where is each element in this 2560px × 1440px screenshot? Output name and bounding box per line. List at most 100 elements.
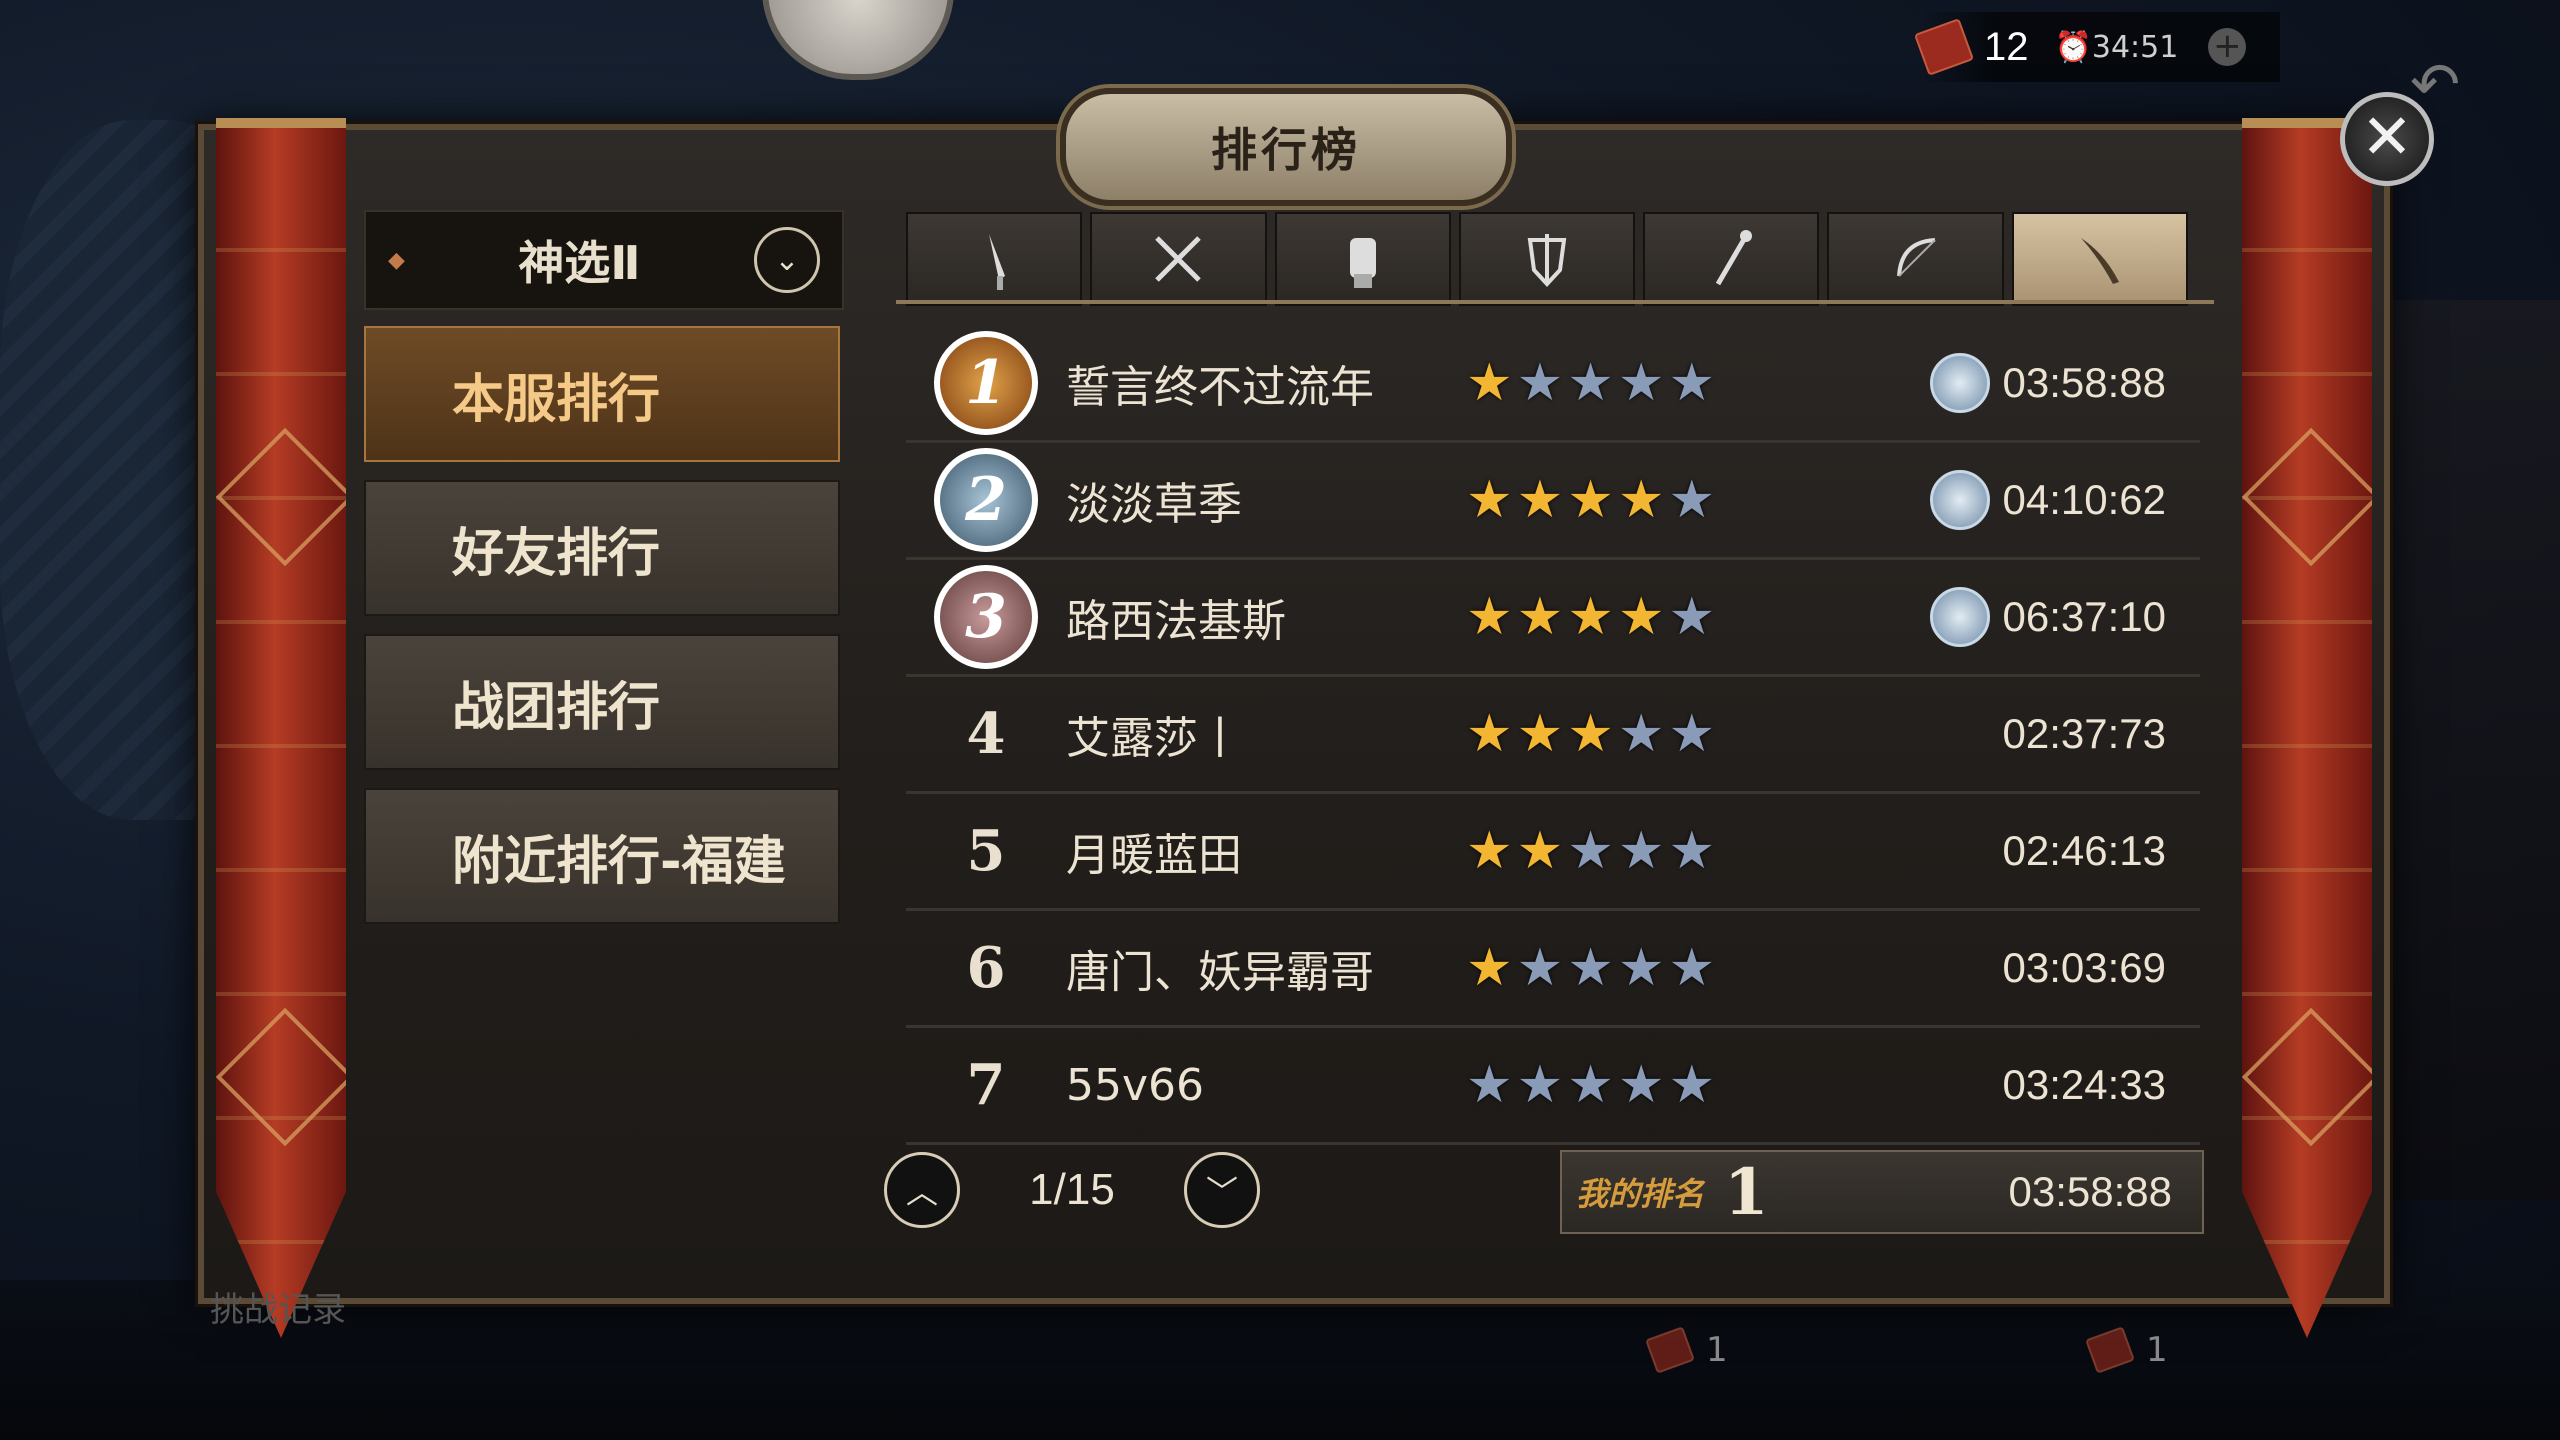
shield-sword-icon [1527,234,1567,287]
ticket-icon [1645,1326,1695,1374]
star-icon: ★ [1516,1055,1564,1115]
ticket-count: 12 [1984,24,2029,69]
server-select[interactable]: ◆ 神选Ⅱ ⌄ [364,210,844,310]
star-icon: ★ [1567,704,1614,764]
weapon-tab-2[interactable] [1090,212,1267,306]
cost-value: 1 [2146,1330,2168,1370]
player-avatar[interactable] [762,0,954,80]
star-icon: ★ [1567,587,1614,647]
ranking-row[interactable]: 3 路西法基斯 ★ ★ ★ ★ ★ 06:37:10 [906,560,2200,677]
player-name: 艾露莎丨 [1066,713,1242,764]
star-icon: ★ [1466,704,1513,764]
clear-time: 02:46:13 [2002,827,2167,874]
star-icon: ★ [1617,353,1665,413]
diamond-icon: ◆ [388,247,405,273]
side-menu-item[interactable]: 战团排行 [364,634,840,770]
weapon-tab-5[interactable] [1643,212,1820,306]
blade-icon [2080,238,2119,284]
star-icon: ★ [1516,821,1564,881]
side-menu-item[interactable]: 好友排行 [364,480,840,616]
player-name: 月暖蓝田 [1066,830,1242,881]
my-rank-number: 1 [1724,1154,1769,1230]
pager: ︿ 1/15 ﹀ [884,1150,1260,1230]
player-name: 誓言终不过流年 [1066,362,1374,413]
ranking-row[interactable]: 2 淡淡草季 ★ ★ ★ ★ ★ 04:10:62 [906,443,2200,560]
rank-number: 6 [966,935,1006,1001]
add-ticket-button[interactable]: + [2208,28,2247,66]
player-name: 路西法基斯 [1066,596,1286,647]
star-rating: ★ ★ ★ ★ ★ [1466,708,1766,760]
page-down-button[interactable]: ﹀ [1183,1152,1260,1228]
cost-indicator: 1 [1645,1326,1728,1374]
player-name: 唐门、妖异霸哥 [1066,947,1374,998]
ranking-row[interactable]: 7 55v66 ★ ★ ★ ★ ★ 03:24:33 [906,1028,2200,1145]
weapon-tab-7[interactable] [2011,212,2188,306]
star-icon: ★ [1516,938,1564,998]
rank-medal-icon: 1 [906,331,1066,435]
star-icon: ★ [1668,704,1716,764]
tab-divider [896,300,2214,304]
star-icon: ★ [1668,821,1716,881]
my-rank-label: 我的排名 [1576,1175,1705,1213]
bow-icon [1896,238,1936,277]
rank-number: 7 [966,1052,1006,1118]
server-select-label: 神选Ⅱ [518,236,641,290]
rank-number: 1 [934,331,1038,435]
clear-time: 03:58:88 [2002,359,2167,406]
star-icon: ★ [1668,1055,1716,1115]
star-rating: ★ ★ ★ ★ ★ [1466,357,1766,409]
right-banner [2242,118,2372,1338]
star-icon: ★ [1466,1055,1513,1115]
background-building [2380,300,2560,1200]
clear-time: 06:37:10 [2002,593,2167,640]
weapon-tab-3[interactable] [1274,212,1451,306]
panel-title: 排行榜 [1211,123,1361,177]
chevron-down-icon[interactable]: ⌄ [754,227,820,293]
weapon-tab-4[interactable] [1458,212,1636,306]
star-icon: ★ [1516,470,1564,530]
weapon-tab-bar [906,212,2188,306]
star-icon: ★ [1516,587,1564,647]
star-rating: ★ ★ ★ ★ ★ [1466,474,1766,526]
star-icon: ★ [1567,938,1614,998]
side-menu-item[interactable]: 本服排行 [364,326,840,462]
ranking-row[interactable]: 6 唐门、妖异霸哥 ★ ★ ★ ★ ★ 03:03:69 [906,911,2200,1028]
ticket-icon [2085,1326,2135,1374]
gauntlet-icon [1349,238,1376,288]
rank-number: 3 [934,565,1038,669]
star-rating: ★ ★ ★ ★ ★ [1466,825,1766,877]
star-icon: ★ [1567,1055,1614,1115]
page-indicator: 1/15 [1029,1165,1115,1214]
dagger-icon [989,234,1006,290]
star-icon: ★ [1668,353,1716,413]
star-icon: ★ [1466,470,1513,530]
cost-indicator: 1 [2085,1326,2168,1374]
star-rating: ★ ★ ★ ★ ★ [1466,591,1766,643]
close-button[interactable]: ✕ [2340,92,2434,186]
star-icon: ★ [1668,938,1716,998]
star-rating: ★ ★ ★ ★ ★ [1466,1059,1766,1111]
star-icon: ★ [1567,353,1614,413]
player-name: 淡淡草季 [1066,479,1242,530]
ranking-row[interactable]: 4 艾露莎丨 ★ ★ ★ ★ ★ 02:37:73 [906,677,2200,794]
ranking-row[interactable]: 1 誓言终不过流年 ★ ★ ★ ★ ★ 03:58:88 [906,326,2200,443]
crossed-swords-icon [1155,236,1202,282]
challenge-record-label: 挑战记录 [210,1290,346,1330]
resource-bar: 12 ⏰34:51 + [1913,12,2280,82]
star-icon: ★ [1466,938,1513,998]
star-icon: ★ [1567,821,1614,881]
clear-time: 02:37:73 [2002,710,2167,757]
weapon-tab-6[interactable] [1827,212,2004,306]
star-rating: ★ ★ ★ ★ ★ [1466,942,1766,994]
rank-number: 2 [934,448,1038,552]
clear-time: 03:03:69 [2002,944,2167,991]
ranking-row[interactable]: 5 月暖蓝田 ★ ★ ★ ★ ★ 02:46:13 [906,794,2200,911]
star-icon: ★ [1617,470,1665,530]
side-menu-item[interactable]: 附近排行-福建 [364,788,840,924]
star-icon: ★ [1516,704,1564,764]
clear-time: 04:10:62 [2002,476,2167,523]
background-bottom [0,1280,2560,1440]
page-up-button[interactable]: ︿ [884,1152,960,1228]
guild-badge-icon [1930,470,1990,530]
weapon-tab-1[interactable] [906,212,1083,306]
